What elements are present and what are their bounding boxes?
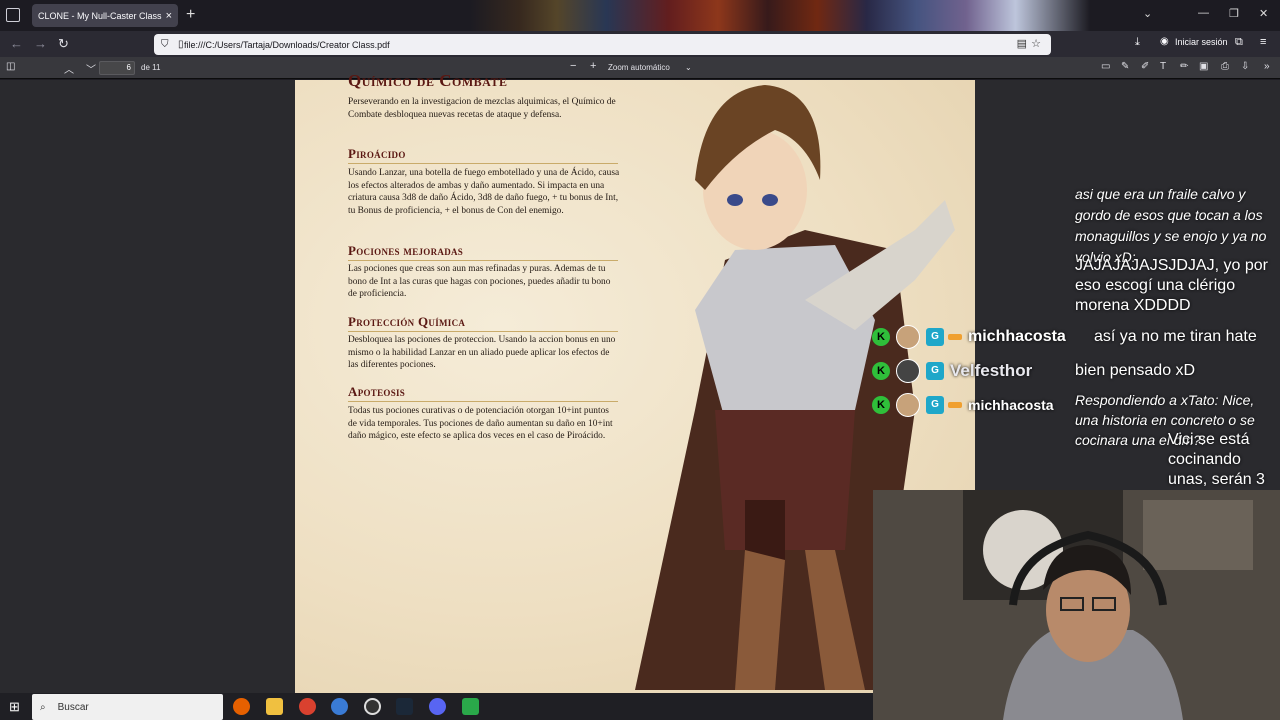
- chat-message: así ya no me tiran hate: [1094, 328, 1257, 345]
- text-tool-icon[interactable]: T: [1160, 61, 1166, 72]
- search-placeholder: Buscar: [57, 701, 89, 713]
- subscriber-badge-icon: G: [926, 328, 944, 346]
- app-green-icon[interactable]: [462, 698, 479, 715]
- steam-icon[interactable]: [396, 698, 413, 715]
- gift-badge-icon: [948, 402, 962, 408]
- chat-username: Velfesthor: [950, 361, 1033, 380]
- signin-button[interactable]: Iniciar sesión: [1175, 37, 1228, 47]
- previous-page-icon[interactable]: ︿: [64, 61, 74, 76]
- page-title: Químico de Combate: [348, 71, 508, 90]
- gift-badge-icon: [948, 334, 962, 340]
- webcam-image: [873, 490, 1280, 720]
- webcam-feed: [873, 490, 1280, 720]
- chrome-icon[interactable]: [299, 698, 316, 715]
- shield-icon[interactable]: ⛉: [161, 39, 169, 50]
- avatar: [896, 393, 920, 417]
- page-total: de 11: [141, 63, 161, 72]
- chat-row: K G Velfesthor: [872, 357, 1032, 385]
- kick-badge-icon: K: [872, 362, 890, 380]
- chat-row: K G michhacosta: [872, 323, 1066, 351]
- close-window-icon[interactable]: ✕: [1259, 7, 1268, 20]
- firefox-icon[interactable]: [233, 698, 250, 715]
- account-icon[interactable]: ◉: [1160, 36, 1169, 47]
- chat-message-italic: asi que era un fraile calvo y gordo de e…: [1075, 186, 1267, 265]
- downloads-icon[interactable]: ⤓: [1135, 36, 1140, 49]
- zoom-in-button[interactable]: +: [590, 60, 596, 72]
- pdf-toolbar: ◫ ︿ ﹀ 6 de 11 − + Zoom automático ⌄ ▭ ✎ …: [0, 57, 1280, 79]
- chat-message: JAJAJAJAJSJDJAJ, yo por eso escogí una c…: [1075, 257, 1268, 314]
- tab-list-icon[interactable]: [6, 8, 20, 22]
- kick-badge-icon: K: [872, 328, 890, 346]
- more-tools-icon[interactable]: »: [1264, 61, 1270, 72]
- bookmark-star-icon[interactable]: ☆: [1031, 37, 1041, 50]
- subscriber-badge-icon: G: [926, 396, 944, 414]
- navigation-bar: ← → ↻ ⛉ ▯ file:///C:/Users/Tartaja/Downl…: [0, 31, 1280, 57]
- maximize-icon[interactable]: ❐: [1229, 7, 1239, 20]
- zoom-out-button[interactable]: −: [570, 60, 576, 72]
- reader-view-icon[interactable]: ▤: [1017, 37, 1027, 50]
- comment-icon[interactable]: ▭: [1101, 61, 1110, 72]
- chat-row: K G michhacosta: [872, 391, 1054, 419]
- menu-icon[interactable]: ≡: [1260, 36, 1266, 48]
- image-icon[interactable]: ▣: [1199, 61, 1208, 72]
- url-bar[interactable]: ⛉ ▯ file:///C:/Users/Tartaja/Downloads/C…: [154, 34, 1051, 55]
- obs-icon[interactable]: [364, 698, 381, 715]
- page-number-input[interactable]: 6: [99, 61, 135, 75]
- next-page-icon[interactable]: ﹀: [86, 61, 96, 76]
- sidebar-toggle-icon[interactable]: ◫: [6, 61, 15, 72]
- forward-icon[interactable]: →: [34, 36, 47, 51]
- discord-icon[interactable]: [429, 698, 446, 715]
- chat-message: bien pensado xD: [1075, 362, 1196, 379]
- chat-username: michhacosta: [968, 397, 1054, 413]
- chat-username: michhacosta: [968, 328, 1066, 345]
- subscriber-badge-icon: G: [926, 362, 944, 380]
- windows-start-icon[interactable]: ⊞: [9, 699, 20, 715]
- reload-icon[interactable]: ↻: [58, 36, 69, 52]
- app-c-icon[interactable]: [331, 698, 348, 715]
- browser-theme-banner: [470, 0, 1090, 31]
- back-icon[interactable]: ←: [10, 36, 23, 51]
- tab-title: CLONE - My Null-Caster Class - The: [38, 10, 162, 21]
- print-icon[interactable]: ⎙: [1221, 61, 1229, 72]
- draw-icon[interactable]: ✏: [1180, 61, 1188, 72]
- kick-badge-icon: K: [872, 396, 890, 414]
- highlight-icon[interactable]: ✐: [1141, 61, 1149, 72]
- tab-close-icon[interactable]: ×: [166, 10, 172, 22]
- taskbar: ⊞ ⌕ Buscar: [0, 693, 873, 720]
- list-all-tabs-icon[interactable]: ⌄: [1143, 7, 1152, 20]
- zoom-select[interactable]: Zoom automático: [608, 63, 670, 72]
- avatar: [896, 359, 920, 383]
- file-explorer-icon[interactable]: [266, 698, 283, 715]
- tab-active[interactable]: CLONE - My Null-Caster Class - The ×: [32, 4, 178, 27]
- save-icon[interactable]: ⇩: [1241, 61, 1249, 72]
- taskbar-search[interactable]: ⌕ Buscar: [32, 694, 223, 720]
- tab-bar: CLONE - My Null-Caster Class - The × + ⌄…: [0, 0, 1280, 31]
- signature-icon[interactable]: ✎: [1121, 61, 1129, 72]
- avatar: [896, 325, 920, 349]
- url-text[interactable]: file:///C:/Users/Tartaja/Downloads/Creat…: [184, 40, 390, 50]
- search-icon: ⌕: [40, 701, 46, 713]
- new-tab-button[interactable]: +: [186, 6, 195, 24]
- extensions-icon[interactable]: ⧉: [1235, 36, 1243, 49]
- minimize-icon[interactable]: —: [1198, 7, 1209, 19]
- chevron-down-icon[interactable]: ⌄: [685, 63, 692, 72]
- page-icon[interactable]: ▯: [178, 39, 184, 50]
